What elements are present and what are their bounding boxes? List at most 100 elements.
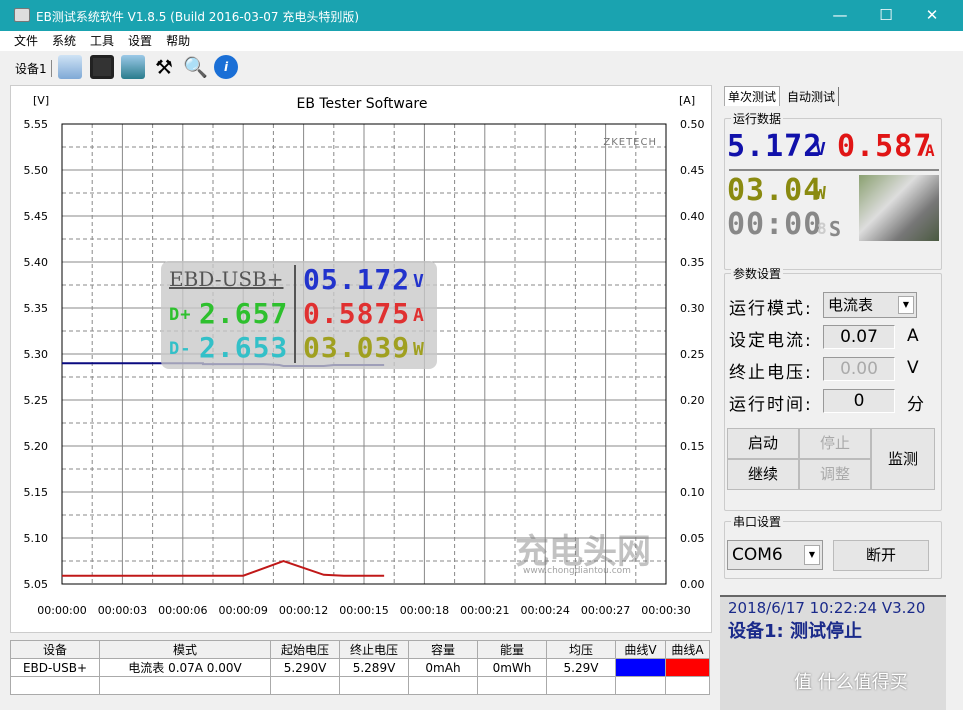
- title-bar: EB测试系统软件 V1.8.5 (Build 2016-03-07 充电头特别版…: [0, 0, 963, 31]
- menu-tools[interactable]: 工具: [90, 31, 114, 51]
- y2-tick-label: 0.20: [680, 394, 705, 407]
- y-tick-label: 5.05: [24, 578, 49, 591]
- chevron-down-icon[interactable]: ▼: [898, 296, 914, 314]
- close-button[interactable]: ✕: [909, 0, 955, 31]
- x-tick-label: 00:00:09: [218, 604, 267, 617]
- tools-icon[interactable]: ⚒: [152, 55, 176, 79]
- serial-group: 串口设置 COM6 ▼ 断开: [724, 513, 942, 579]
- col-end-voltage: 终止电压: [339, 640, 409, 659]
- menu-help[interactable]: 帮助: [166, 31, 190, 51]
- y-tick-label: 5.20: [24, 440, 49, 453]
- y-tick-label: 5.45: [24, 210, 49, 223]
- info-icon[interactable]: i: [214, 55, 238, 79]
- stop-button[interactable]: 停止: [799, 428, 871, 459]
- result-table-wrap: 设备 模式 起始电压 终止电压 容量 能量 均压 曲线V 曲线A EBD-USB…: [10, 640, 710, 695]
- y-tick-label: 5.15: [24, 486, 49, 499]
- y-tick-label: 5.10: [24, 532, 49, 545]
- run-time-label: 运行时间:: [729, 395, 813, 415]
- col-curve-v: 曲线V: [615, 640, 666, 659]
- overlay-voltage: 05.172: [303, 263, 411, 296]
- menu-system[interactable]: 系统: [52, 31, 76, 51]
- mode-label: 运行模式:: [729, 299, 813, 319]
- y2-tick-label: 0.15: [680, 440, 705, 453]
- table-row[interactable]: EBD-USB+ 电流表 0.07A 0.00V 5.290V 5.289V 0…: [10, 658, 710, 677]
- dp-value: 2.657: [199, 297, 289, 330]
- run-voltage: 5.172: [727, 129, 823, 164]
- cell: 5.289V: [339, 658, 409, 677]
- save-icon[interactable]: [90, 55, 114, 79]
- current-unit: A: [907, 326, 921, 346]
- cat-photo: [859, 175, 939, 241]
- toolbar: 设备1 ⚒ 🔍 i: [0, 51, 963, 83]
- chart-panel: 5.55 5.50 5.45 5.40 5.35 5.30 5.25 5.20 5.15 5.10…: [10, 85, 712, 633]
- y-tick-label: 5.50: [24, 164, 49, 177]
- x-tick-label: 00:00:15: [339, 604, 388, 617]
- y2-tick-label: 0.05: [680, 532, 705, 545]
- result-table: 设备 模式 起始电压 终止电压 容量 能量 均压 曲线V 曲线A EBD-USB…: [10, 640, 710, 695]
- start-button[interactable]: 启动: [727, 428, 799, 459]
- mode-select[interactable]: 电流表 ▼: [823, 292, 917, 318]
- cell: 电流表 0.07A 0.00V: [99, 658, 271, 677]
- run-time-extra: 8: [817, 219, 828, 238]
- tab-single-test[interactable]: 单次测试: [724, 86, 781, 106]
- y2-axis-label: [A]: [679, 94, 695, 107]
- overlay-v-unit: V: [413, 271, 425, 292]
- adjust-button[interactable]: 调整: [799, 459, 871, 490]
- magnifier-icon[interactable]: 🔍: [183, 55, 208, 79]
- app-icon: [14, 8, 30, 22]
- col-capacity: 容量: [408, 640, 478, 659]
- dm-label: D-: [169, 339, 192, 359]
- time-unit: 分: [907, 395, 926, 415]
- col-device: 设备: [10, 640, 100, 659]
- run-current: 0.587: [837, 129, 933, 164]
- y-axis-label: [V]: [33, 94, 49, 107]
- dm-value: 2.653: [199, 331, 289, 364]
- end-voltage-input[interactable]: 0.00: [823, 357, 895, 381]
- x-tick-label: 00:00:18: [400, 604, 449, 617]
- menu-file[interactable]: 文件: [14, 31, 38, 51]
- disconnect-button[interactable]: 断开: [833, 540, 929, 571]
- watermark-zketech: ZKETECH: [603, 137, 657, 148]
- device-tab[interactable]: 设备1: [15, 60, 52, 77]
- menu-settings[interactable]: 设置: [128, 31, 152, 51]
- port-select[interactable]: COM6 ▼: [727, 540, 823, 570]
- minimize-button[interactable]: —: [817, 0, 863, 31]
- watermark-url: www.chongdiantou.com: [523, 566, 631, 576]
- window-title: EB测试系统软件 V1.8.5 (Build 2016-03-07 充电头特别版…: [36, 10, 360, 24]
- y-tick-label: 5.30: [24, 348, 49, 361]
- port-value: COM6: [732, 545, 783, 565]
- status-datetime: 2018/6/17 10:22:24 V3.20: [728, 599, 926, 617]
- curve-a-color[interactable]: [665, 658, 710, 677]
- end-voltage-label: 终止电压:: [729, 363, 813, 383]
- continue-button[interactable]: 继续: [727, 459, 799, 490]
- maximize-button[interactable]: ☐: [863, 0, 909, 31]
- curve-v-color[interactable]: [615, 658, 666, 677]
- y2-tick-label: 0.00: [680, 578, 705, 591]
- cell: 5.290V: [270, 658, 340, 677]
- run-time-input[interactable]: 0: [823, 389, 895, 413]
- table-row-empty: [10, 676, 710, 695]
- chevron-down-icon[interactable]: ▼: [804, 545, 820, 565]
- current-label: 设定电流:: [729, 331, 813, 351]
- y-tick-label: 5.25: [24, 394, 49, 407]
- cell: EBD-USB+: [10, 658, 100, 677]
- col-mode: 模式: [99, 640, 271, 659]
- table-header-row: 设备 模式 起始电压 终止电压 容量 能量 均压 曲线V 曲线A: [10, 640, 710, 659]
- serial-legend: 串口设置: [731, 513, 784, 530]
- current-input[interactable]: 0.07: [823, 325, 895, 349]
- params-legend: 参数设置: [731, 265, 784, 282]
- dp-label: D+: [169, 305, 192, 325]
- device-overlay: EBD-USB+ D+ 2.657 D- 2.653 05.172 V 0.58…: [161, 261, 437, 369]
- folder-icon[interactable]: [58, 55, 82, 79]
- monitor-button[interactable]: 监测: [871, 428, 935, 490]
- cell: 0mAh: [408, 658, 478, 677]
- tab-auto-test[interactable]: 自动测试: [784, 87, 840, 106]
- picture-icon[interactable]: [121, 55, 145, 79]
- status-message: 设备1: 测试停止: [728, 621, 862, 642]
- y-tick-label: 5.40: [24, 256, 49, 269]
- overlay-w-unit: W: [413, 339, 425, 360]
- overlay-a-unit: A: [413, 305, 425, 326]
- y2-tick-label: 0.50: [680, 118, 705, 131]
- x-tick-label: 00:00:03: [98, 604, 147, 617]
- cell: 5.29V: [546, 658, 616, 677]
